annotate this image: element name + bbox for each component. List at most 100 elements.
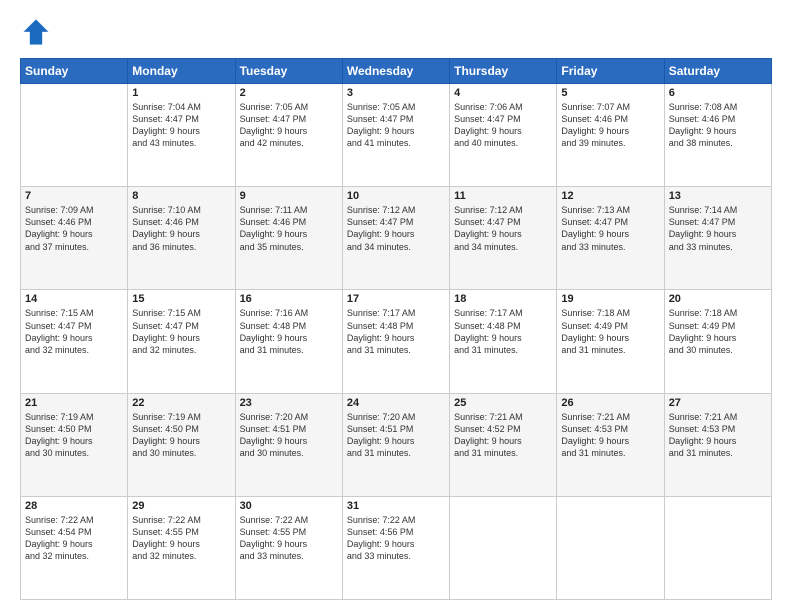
day-cell: 1Sunrise: 7:04 AMSunset: 4:47 PMDaylight… (128, 84, 235, 187)
day-info: Sunrise: 7:07 AMSunset: 4:46 PMDaylight:… (561, 101, 659, 150)
day-number: 26 (561, 397, 659, 409)
day-number: 29 (132, 500, 230, 512)
day-info: Sunrise: 7:22 AMSunset: 4:56 PMDaylight:… (347, 514, 445, 563)
day-number: 6 (669, 87, 767, 99)
day-cell: 25Sunrise: 7:21 AMSunset: 4:52 PMDayligh… (450, 393, 557, 496)
day-cell: 11 Sunrise: 7:12 AMSunset: 4:47 PMDayligh… (450, 187, 557, 290)
page: SundayMondayTuesdayWednesdayThursdayFrid… (0, 0, 792, 612)
day-info: Sunrise: 7:11 AMSunset: 4:46 PMDaylight:… (240, 204, 338, 253)
weekday-header-monday: Monday (128, 59, 235, 84)
day-cell: 23 Sunrise: 7:20 AMSunset: 4:51 PMDayligh… (235, 393, 342, 496)
day-cell: 30 Sunrise: 7:22 AMSunset: 4:55 PMDayligh… (235, 496, 342, 599)
day-info: Sunrise: 7:10 AMSunset: 4:46 PMDaylight:… (132, 204, 230, 253)
day-cell: 15 Sunrise: 7:15 AMSunset: 4:47 PMDayligh… (128, 290, 235, 393)
day-number: 22 (132, 397, 230, 409)
weekday-header-wednesday: Wednesday (342, 59, 449, 84)
day-info: Sunrise: 7:20 AMSunset: 4:51 PMDaylight:… (240, 411, 338, 460)
day-number: 14 (25, 293, 123, 305)
week-row-2: 7Sunrise: 7:09 AMSunset: 4:46 PMDaylight… (21, 187, 772, 290)
day-cell: 4Sunrise: 7:06 AMSunset: 4:47 PMDaylight… (450, 84, 557, 187)
day-info: Sunrise: 7:12 AMSunset: 4:47 PMDaylight:… (347, 204, 445, 253)
day-cell: 20 Sunrise: 7:18 AMSunset: 4:49 PMDayligh… (664, 290, 771, 393)
day-info: Sunrise: 7:19 AMSunset: 4:50 PMDaylight:… (25, 411, 123, 460)
week-row-4: 21Sunrise: 7:19 AMSunset: 4:50 PMDayligh… (21, 393, 772, 496)
day-info: Sunrise: 7:14 AMSunset: 4:47 PMDaylight:… (669, 204, 767, 253)
day-info: Sunrise: 7:16 AMSunset: 4:48 PMDaylight:… (240, 307, 338, 356)
day-info: Sunrise: 7:06 AMSunset: 4:47 PMDaylight:… (454, 101, 552, 150)
day-cell: 27 Sunrise: 7:21 AMSunset: 4:53 PMDayligh… (664, 393, 771, 496)
day-info: Sunrise: 7:05 AMSunset: 4:47 PMDaylight:… (347, 101, 445, 150)
day-cell (664, 496, 771, 599)
day-info: Sunrise: 7:22 AMSunset: 4:55 PMDaylight:… (240, 514, 338, 563)
week-row-5: 28Sunrise: 7:22 AMSunset: 4:54 PMDayligh… (21, 496, 772, 599)
calendar-table: SundayMondayTuesdayWednesdayThursdayFrid… (20, 58, 772, 600)
logo (20, 16, 56, 48)
day-number: 15 (132, 293, 230, 305)
day-number: 31 (347, 500, 445, 512)
day-cell: 29 Sunrise: 7:22 AMSunset: 4:55 PMDayligh… (128, 496, 235, 599)
day-info: Sunrise: 7:15 AMSunset: 4:47 PMDaylight:… (132, 307, 230, 356)
day-number: 19 (561, 293, 659, 305)
weekday-header-thursday: Thursday (450, 59, 557, 84)
day-number: 18 (454, 293, 552, 305)
day-cell: 18Sunrise: 7:17 AMSunset: 4:48 PMDayligh… (450, 290, 557, 393)
day-number: 7 (25, 190, 123, 202)
day-info: Sunrise: 7:08 AMSunset: 4:46 PMDaylight:… (669, 101, 767, 150)
day-info: Sunrise: 7:21 AMSunset: 4:53 PMDaylight:… (669, 411, 767, 460)
day-cell: 17Sunrise: 7:17 AMSunset: 4:48 PMDayligh… (342, 290, 449, 393)
day-number: 8 (132, 190, 230, 202)
day-info: Sunrise: 7:21 AMSunset: 4:52 PMDaylight:… (454, 411, 552, 460)
day-info: Sunrise: 7:22 AMSunset: 4:55 PMDaylight:… (132, 514, 230, 563)
day-cell: 28Sunrise: 7:22 AMSunset: 4:54 PMDayligh… (21, 496, 128, 599)
day-number: 30 (240, 500, 338, 512)
day-number: 20 (669, 293, 767, 305)
day-number: 17 (347, 293, 445, 305)
day-info: Sunrise: 7:20 AMSunset: 4:51 PMDaylight:… (347, 411, 445, 460)
day-number: 24 (347, 397, 445, 409)
day-cell (21, 84, 128, 187)
week-row-3: 14 Sunrise: 7:15 AMSunset: 4:47 PMDayligh… (21, 290, 772, 393)
day-number: 23 (240, 397, 338, 409)
week-row-1: 1Sunrise: 7:04 AMSunset: 4:47 PMDaylight… (21, 84, 772, 187)
logo-icon (20, 16, 52, 48)
day-number: 5 (561, 87, 659, 99)
day-info: Sunrise: 7:04 AMSunset: 4:47 PMDaylight:… (132, 101, 230, 150)
day-cell: 8 Sunrise: 7:10 AMSunset: 4:46 PMDaylight… (128, 187, 235, 290)
day-number: 27 (669, 397, 767, 409)
day-cell: 26Sunrise: 7:21 AMSunset: 4:53 PMDayligh… (557, 393, 664, 496)
day-info: Sunrise: 7:18 AMSunset: 4:49 PMDaylight:… (561, 307, 659, 356)
day-number: 3 (347, 87, 445, 99)
day-cell: 16Sunrise: 7:16 AMSunset: 4:48 PMDayligh… (235, 290, 342, 393)
day-cell: 2Sunrise: 7:05 AMSunset: 4:47 PMDaylight… (235, 84, 342, 187)
header (20, 16, 772, 48)
weekday-header-tuesday: Tuesday (235, 59, 342, 84)
weekday-header-sunday: Sunday (21, 59, 128, 84)
day-info: Sunrise: 7:22 AMSunset: 4:54 PMDaylight:… (25, 514, 123, 563)
day-cell: 9Sunrise: 7:11 AMSunset: 4:46 PMDaylight… (235, 187, 342, 290)
day-cell: 7Sunrise: 7:09 AMSunset: 4:46 PMDaylight… (21, 187, 128, 290)
day-cell: 21Sunrise: 7:19 AMSunset: 4:50 PMDayligh… (21, 393, 128, 496)
day-info: Sunrise: 7:12 AMSunset: 4:47 PMDaylight:… (454, 204, 552, 253)
day-cell: 19 Sunrise: 7:18 AMSunset: 4:49 PMDayligh… (557, 290, 664, 393)
day-cell: 10 Sunrise: 7:12 AMSunset: 4:47 PMDayligh… (342, 187, 449, 290)
day-cell: 5 Sunrise: 7:07 AMSunset: 4:46 PMDaylight… (557, 84, 664, 187)
day-number: 12 (561, 190, 659, 202)
day-cell: 3 Sunrise: 7:05 AMSunset: 4:47 PMDaylight… (342, 84, 449, 187)
day-cell (557, 496, 664, 599)
day-number: 13 (669, 190, 767, 202)
day-cell: 22 Sunrise: 7:19 AMSunset: 4:50 PMDayligh… (128, 393, 235, 496)
day-cell: 13 Sunrise: 7:14 AMSunset: 4:47 PMDayligh… (664, 187, 771, 290)
day-number: 11 (454, 190, 552, 202)
day-cell: 14 Sunrise: 7:15 AMSunset: 4:47 PMDayligh… (21, 290, 128, 393)
day-number: 10 (347, 190, 445, 202)
day-cell: 31 Sunrise: 7:22 AMSunset: 4:56 PMDayligh… (342, 496, 449, 599)
day-info: Sunrise: 7:05 AMSunset: 4:47 PMDaylight:… (240, 101, 338, 150)
weekday-header-saturday: Saturday (664, 59, 771, 84)
weekday-header-row: SundayMondayTuesdayWednesdayThursdayFrid… (21, 59, 772, 84)
day-info: Sunrise: 7:15 AMSunset: 4:47 PMDaylight:… (25, 307, 123, 356)
day-cell (450, 496, 557, 599)
day-info: Sunrise: 7:18 AMSunset: 4:49 PMDaylight:… (669, 307, 767, 356)
day-info: Sunrise: 7:13 AMSunset: 4:47 PMDaylight:… (561, 204, 659, 253)
day-cell: 12 Sunrise: 7:13 AMSunset: 4:47 PMDayligh… (557, 187, 664, 290)
day-info: Sunrise: 7:19 AMSunset: 4:50 PMDaylight:… (132, 411, 230, 460)
